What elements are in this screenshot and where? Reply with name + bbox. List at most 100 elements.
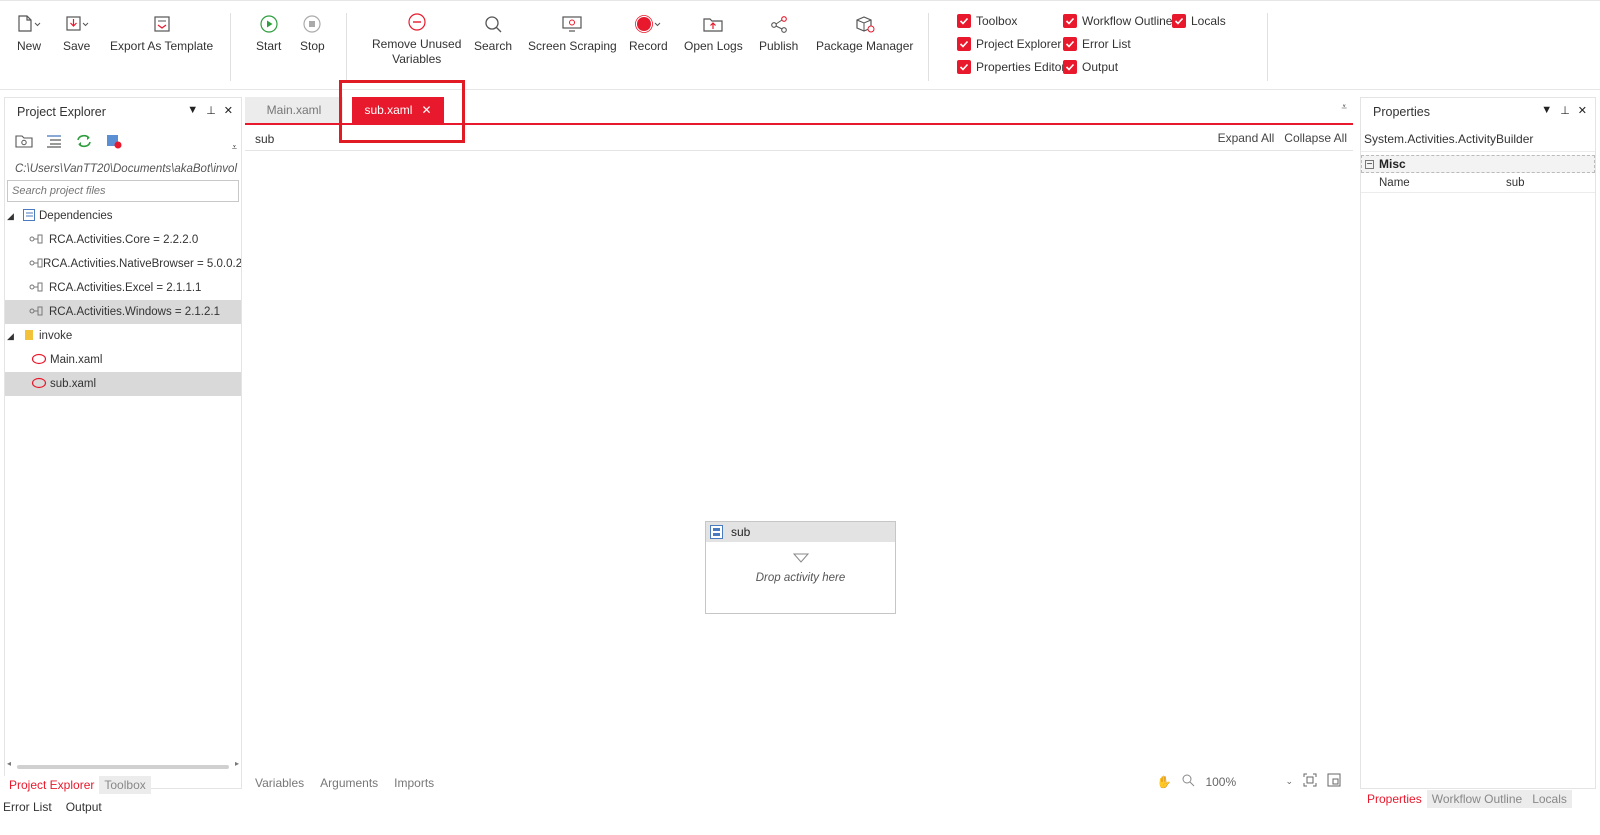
overview-map-icon[interactable] [1327,773,1341,790]
properties-panel: Properties ▼ ⊥ ✕ System.Activities.Activ… [1360,97,1596,789]
designer-canvas[interactable]: sub Drop activity here [245,152,1353,772]
output-toggle-checkbox[interactable]: Output [1063,60,1118,74]
tree-node-folder-invoke[interactable]: ◢ invoke [5,324,241,348]
properties-editor-toggle-checkbox[interactable]: Properties Editor [957,60,1065,74]
project-explorer-panel: Project Explorer ▼ ⊥ ✕ ⩡ C:\Users\VanTT2… [4,97,242,789]
tab-arguments[interactable]: Arguments [320,776,378,790]
stop-icon [302,9,322,39]
collapse-all-button[interactable]: Collapse All [1284,131,1347,145]
close-icon[interactable]: ✕ [1578,104,1587,117]
tab-project-explorer[interactable]: Project Explorer [4,776,100,794]
save-icon [64,9,90,39]
project-tree: ◢ Dependencies RCA.Activities.Core = 2.2… [5,204,241,396]
tab-overflow-icon[interactable]: ⩡ [1341,102,1347,113]
zoom-level-select[interactable]: 100% [1205,775,1275,789]
pin-icon[interactable]: ⊥ [1560,104,1570,117]
tree-node-file[interactable]: Main.xaml [5,348,241,372]
scrollbar-thumb[interactable] [17,765,229,769]
new-button[interactable]: New [16,9,42,54]
xaml-file-icon [31,353,50,368]
tab-imports[interactable]: Imports [394,776,434,790]
property-category-misc[interactable]: − Misc [1361,155,1595,173]
tab-properties[interactable]: Properties [1362,790,1427,808]
zoom-controls: ✋ 100% ⌄ [1157,773,1342,790]
ribbon-separator [1267,13,1268,81]
property-name-value[interactable]: sub [1506,177,1525,189]
screen-scraping-icon [561,9,583,39]
properties-header: Properties ▼ ⊥ ✕ [1373,104,1587,119]
horizontal-scrollbar[interactable]: ◂ ▸ [7,759,239,770]
screen-scraping-button[interactable]: Screen Scraping [528,9,617,54]
checkmark-icon [957,14,971,28]
xaml-file-icon [31,377,50,392]
scroll-right-icon[interactable]: ▸ [235,759,239,768]
dependencies-icon [19,208,39,224]
ribbon-separator [346,13,347,81]
pan-hand-icon[interactable]: ✋ [1157,775,1172,789]
export-as-template-button[interactable]: Export As Template [110,9,213,54]
tab-variables[interactable]: Variables [255,776,304,790]
package-ref-icon [29,282,49,295]
checkmark-icon [1172,14,1186,28]
close-icon[interactable]: ✕ [224,104,233,117]
collapse-triangle-icon[interactable]: ◢ [5,331,19,342]
workflow-designer: Main.xaml sub.xaml ✕ ⩡ sub Expand All Co… [245,97,1353,792]
collapse-minus-icon[interactable]: − [1365,159,1374,169]
refresh-icon[interactable] [75,133,93,152]
right-panel-tabs: Properties Workflow Outline Locals [1362,790,1572,808]
toolbox-toggle-checkbox[interactable]: Toolbox [957,14,1017,28]
bottom-panel-tabs: Error List Output [0,797,105,817]
tab-output[interactable]: Output [63,797,105,817]
tab-workflow-outline[interactable]: Workflow Outline [1426,790,1528,808]
tree-node-dependencies[interactable]: ◢ Dependencies [5,204,241,228]
expand-all-button[interactable]: Expand All [1218,131,1275,145]
open-folder-icon[interactable] [15,133,33,152]
tab-toolbox[interactable]: Toolbox [99,776,151,794]
panel-menu-icon[interactable]: ▼ [1541,104,1552,117]
ribbon-separator [230,13,231,81]
checkmark-icon [957,60,971,74]
search-button[interactable]: Search [474,9,512,54]
open-logs-button[interactable]: Open Logs [684,9,743,54]
project-explorer-toggle-checkbox[interactable]: Project Explorer [957,37,1061,51]
package-ref-icon [29,258,43,271]
search-icon [483,9,503,39]
fit-to-screen-icon[interactable] [1303,773,1317,790]
tree-node-dependency[interactable]: RCA.Activities.NativeBrowser = 5.0.0.2 [5,252,241,276]
start-button[interactable]: Start [256,9,281,54]
zoom-icon[interactable] [1181,773,1195,790]
folder-icon [19,329,39,344]
tree-node-dependency[interactable]: RCA.Activities.Core = 2.2.2.0 [5,228,241,252]
sequence-activity[interactable]: sub Drop activity here [705,521,896,614]
tab-main-xaml[interactable]: Main.xaml [245,97,343,123]
overflow-icon[interactable]: ⩡ [232,142,237,153]
breadcrumb-item[interactable]: sub [255,132,274,146]
tree-node-dependency[interactable]: RCA.Activities.Windows = 2.1.2.1 [5,300,241,324]
publish-button[interactable]: Publish [759,9,798,54]
scroll-left-icon[interactable]: ◂ [7,759,11,768]
stop-button[interactable]: Stop [300,9,325,54]
search-project-files-input[interactable] [7,180,239,202]
tab-locals[interactable]: Locals [1527,790,1572,808]
locals-toggle-checkbox[interactable]: Locals [1172,14,1226,28]
remove-file-icon[interactable] [105,133,123,152]
record-button[interactable]: Record [629,9,668,54]
expand-tree-icon[interactable] [45,133,63,152]
designer-bottom-bar: Variables Arguments Imports ✋ 100% ⌄ [245,773,1353,793]
pin-icon[interactable]: ⊥ [206,104,216,117]
activity-header[interactable]: sub [706,522,895,542]
panel-menu-icon[interactable]: ▼ [187,104,198,117]
package-manager-button[interactable]: Package Manager [816,9,913,54]
highlight-annotation-box [339,80,465,143]
save-button[interactable]: Save [63,9,90,54]
checkmark-icon [957,37,971,51]
workflow-outline-toggle-checkbox[interactable]: Workflow Outline [1063,14,1172,28]
remove-unused-variables-button[interactable]: Remove Unused Variables [372,7,461,67]
tree-node-dependency[interactable]: RCA.Activities.Excel = 2.1.1.1 [5,276,241,300]
error-list-toggle-checkbox[interactable]: Error List [1063,37,1131,51]
collapse-triangle-icon[interactable]: ◢ [5,211,19,222]
tab-error-list[interactable]: Error List [0,797,55,817]
package-icon [854,9,876,39]
zoom-dropdown-icon[interactable]: ⌄ [1285,776,1293,787]
tree-node-file[interactable]: sub.xaml [5,372,241,396]
